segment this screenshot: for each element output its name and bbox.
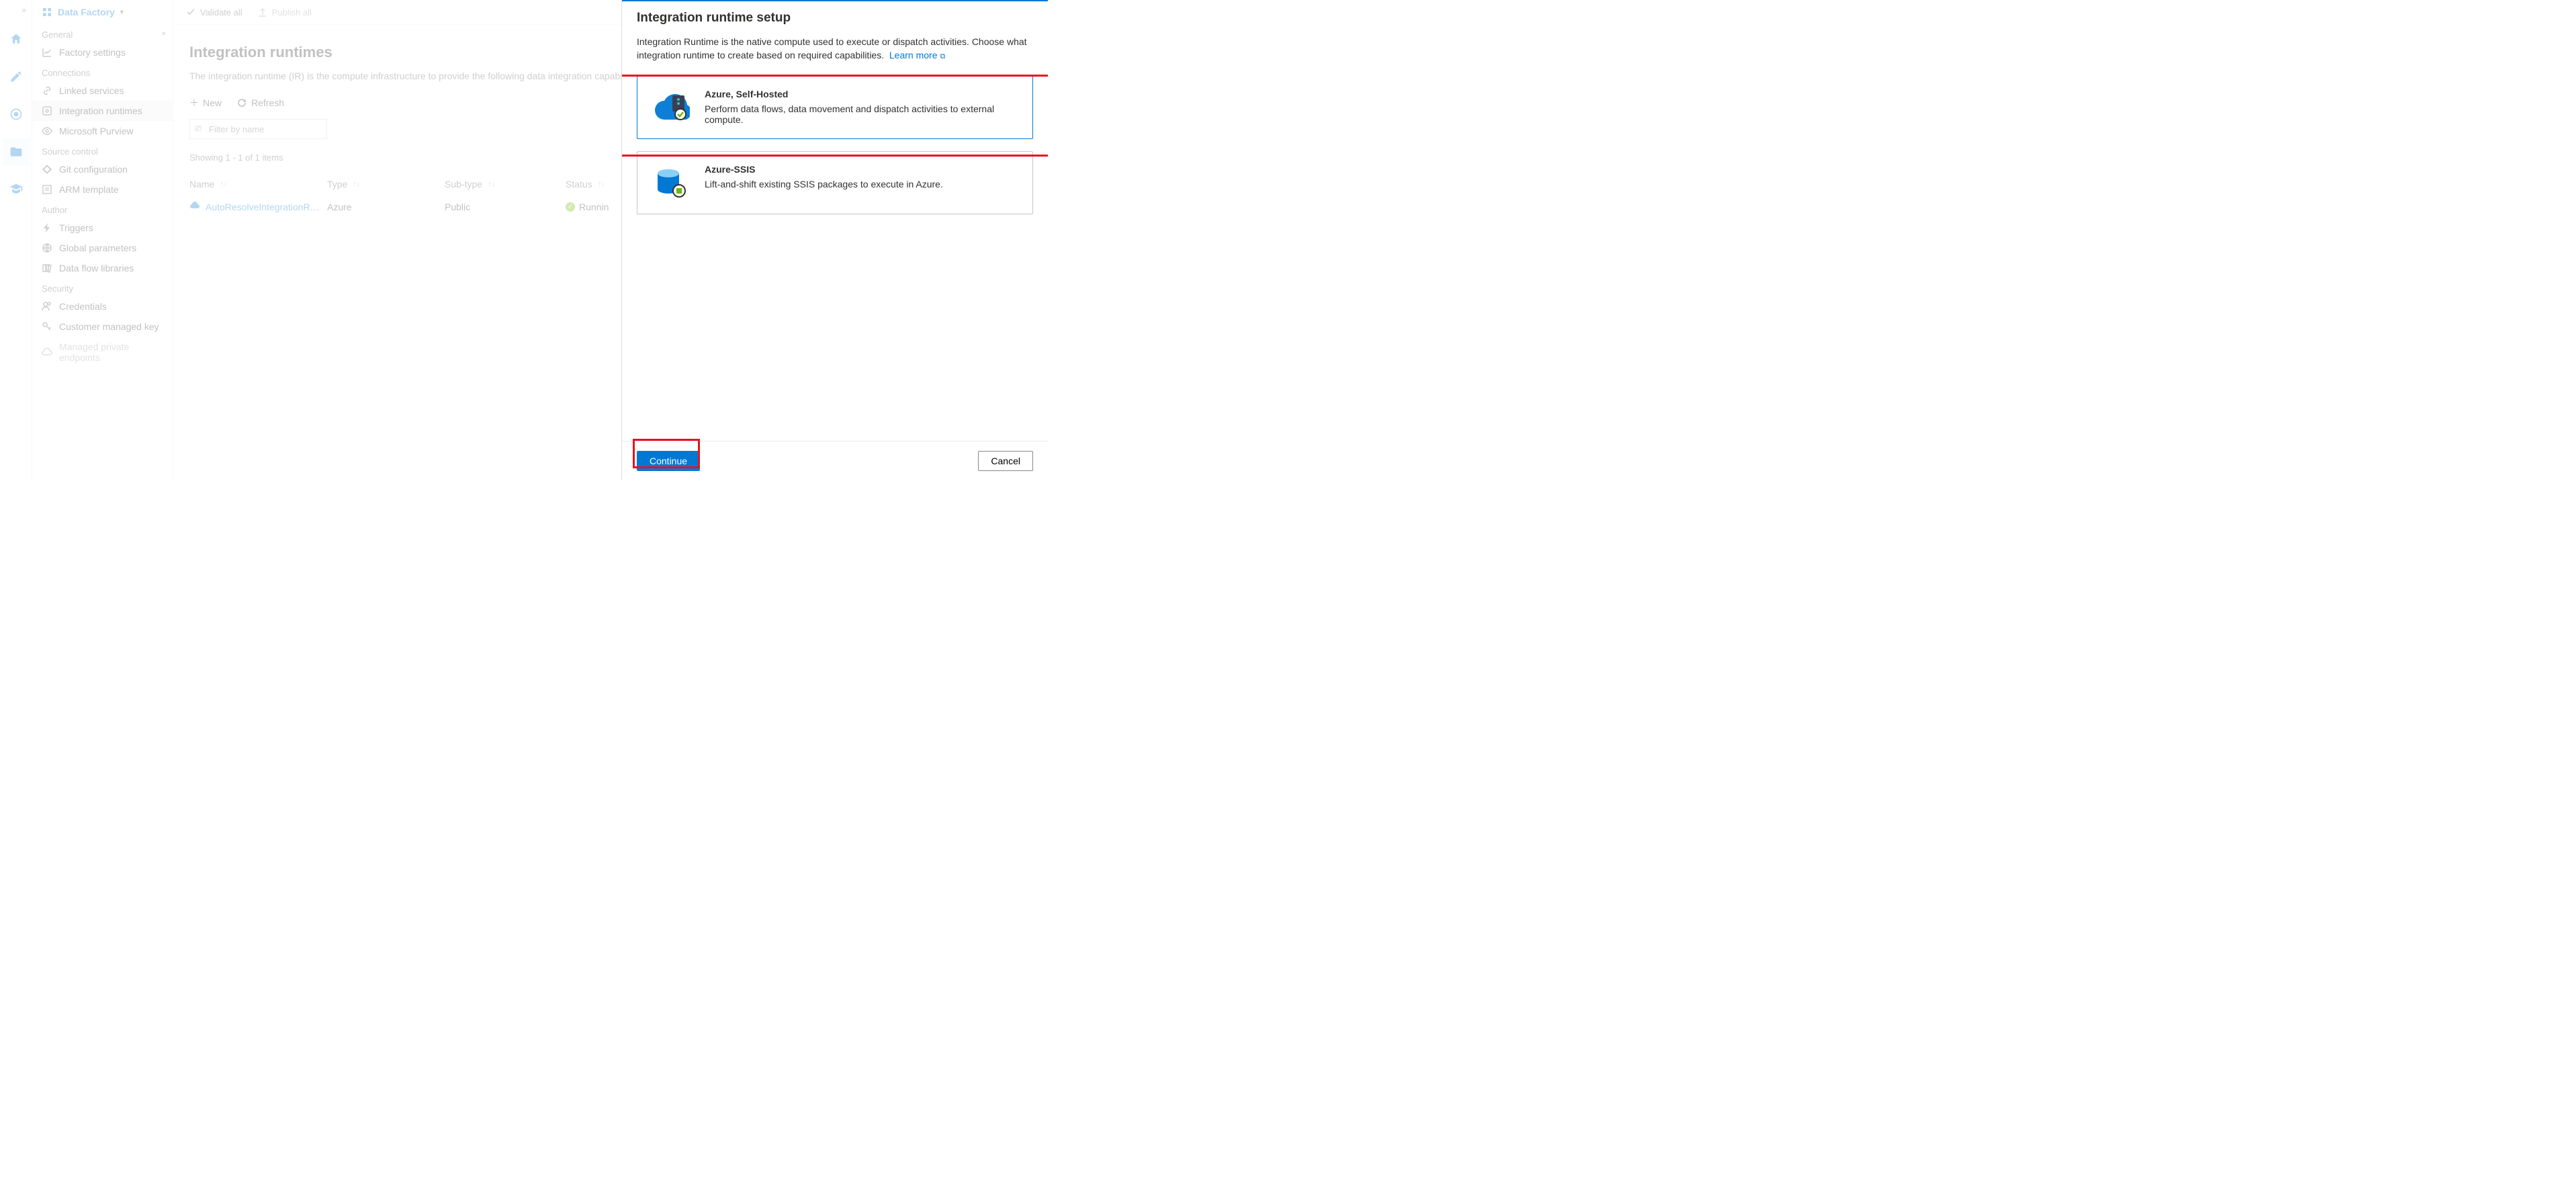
- validate-all-button[interactable]: Validate all: [185, 7, 242, 17]
- filter-input[interactable]: [189, 119, 327, 139]
- col-name[interactable]: Name: [189, 179, 214, 189]
- label: Git configuration: [59, 164, 128, 175]
- label: Factory settings: [59, 47, 126, 58]
- sidebar-item-triggers[interactable]: Triggers: [32, 218, 173, 238]
- refresh-button[interactable]: Refresh: [236, 97, 284, 108]
- continue-button[interactable]: Continue: [637, 451, 700, 471]
- azure-cloud-icon: [652, 89, 690, 126]
- row-type: Azure: [327, 202, 445, 212]
- panel-integration-runtime-setup: Integration runtime setup Integration Ru…: [621, 0, 1048, 480]
- sort-icon[interactable]: ↑↓: [220, 180, 227, 188]
- label: Customer managed key: [59, 321, 159, 332]
- sidebar-item-git[interactable]: Git configuration: [32, 159, 173, 179]
- label: Linked services: [59, 85, 124, 96]
- new-button[interactable]: ＋ New: [189, 96, 222, 110]
- section-security: Security: [32, 278, 173, 296]
- sidebar-item-dataflow-libs[interactable]: Data flow libraries: [32, 258, 173, 278]
- col-type[interactable]: Type: [327, 179, 347, 189]
- label: Validate all: [200, 7, 242, 17]
- rail-home-icon[interactable]: [3, 26, 30, 52]
- label: Credentials: [59, 301, 107, 312]
- option-desc: Lift-and-shift existing SSIS packages to…: [705, 179, 943, 189]
- section-general: General: [32, 24, 173, 42]
- sort-icon[interactable]: ↑↓: [598, 180, 605, 188]
- row-status: Runnin: [579, 202, 609, 212]
- rail-manage-icon[interactable]: [3, 138, 30, 165]
- external-link-icon: ⧉: [940, 52, 945, 60]
- label: Refresh: [251, 97, 284, 108]
- ssis-database-icon: [652, 164, 690, 202]
- rail-author-icon[interactable]: [3, 63, 30, 90]
- option-azure-self-hosted[interactable]: Azure, Self-Hosted Perform data flows, d…: [637, 76, 1033, 139]
- globe-icon: [42, 243, 52, 253]
- cloud-icon: [42, 347, 52, 357]
- publish-all-button: Publish all: [257, 7, 312, 17]
- sidebar-item-purview[interactable]: Microsoft Purview: [32, 121, 173, 141]
- row-name-link[interactable]: AutoResolveIntegrationR…: [206, 202, 320, 212]
- label: New: [203, 97, 222, 108]
- brand-label: Data Factory: [58, 7, 115, 17]
- label: Microsoft Purview: [59, 126, 133, 136]
- sidebar-item-credentials[interactable]: Credentials: [32, 296, 173, 316]
- sort-icon[interactable]: ↑↓: [353, 180, 360, 188]
- label: Publish all: [272, 7, 312, 17]
- sidebar-brand[interactable]: Data Factory ▾: [32, 0, 173, 24]
- option-desc: Perform data flows, data movement and di…: [705, 103, 1018, 125]
- sort-icon[interactable]: ↑↓: [488, 180, 495, 188]
- section-source: Source control: [32, 141, 173, 159]
- option-title: Azure-SSIS: [705, 164, 943, 175]
- key-icon: [42, 321, 52, 332]
- status-ok-icon: ✓: [566, 202, 575, 212]
- template-icon: [42, 184, 52, 195]
- eye-icon: [42, 126, 52, 136]
- panel-title: Integration runtime setup: [637, 11, 1033, 26]
- col-sub[interactable]: Sub-type: [445, 179, 482, 189]
- sidebar-item-cmk[interactable]: Customer managed key: [32, 316, 173, 337]
- panel-desc: Integration Runtime is the native comput…: [637, 36, 1027, 60]
- cancel-button[interactable]: Cancel: [978, 451, 1033, 471]
- section-connections: Connections: [32, 62, 173, 81]
- label: Integration runtimes: [59, 105, 142, 116]
- bolt-icon: [42, 222, 52, 233]
- left-rail: »: [0, 0, 32, 480]
- sidebar-item-mpe: Managed private endpoints: [32, 337, 173, 368]
- sidebar-collapse-icon[interactable]: «: [162, 30, 166, 38]
- row-sub: Public: [445, 202, 566, 212]
- filter-icon: ⎚: [195, 124, 202, 134]
- plus-icon: ＋: [189, 96, 199, 110]
- sidebar-item-integration-runtimes[interactable]: Integration runtimes: [32, 101, 173, 121]
- sidebar-item-factory-settings[interactable]: Factory settings: [32, 42, 173, 62]
- col-status[interactable]: Status: [566, 179, 592, 189]
- learn-more-link[interactable]: Learn more ⧉: [889, 50, 945, 60]
- chevron-down-icon: ▾: [120, 9, 124, 16]
- option-azure-ssis[interactable]: Azure-SSIS Lift-and-shift existing SSIS …: [637, 151, 1033, 214]
- link-icon: [42, 85, 52, 96]
- person-icon: [42, 301, 52, 312]
- rail-learn-icon[interactable]: [3, 176, 30, 203]
- sidebar-item-global-params[interactable]: Global parameters: [32, 238, 173, 258]
- library-icon: [42, 263, 52, 273]
- sidebar-item-arm[interactable]: ARM template: [32, 179, 173, 200]
- section-author: Author: [32, 200, 173, 218]
- runtime-icon: [42, 105, 52, 116]
- sidebar-item-linked-services[interactable]: Linked services: [32, 81, 173, 101]
- option-title: Azure, Self-Hosted: [705, 89, 1018, 99]
- cloud-icon: [189, 200, 200, 213]
- label: Managed private endpoints: [59, 341, 163, 363]
- label: Data flow libraries: [59, 263, 134, 273]
- git-icon: [42, 164, 52, 175]
- sidebar: Data Factory ▾ « General Factory setting…: [32, 0, 173, 480]
- label: Triggers: [59, 222, 93, 233]
- chart-icon: [42, 47, 52, 58]
- rail-monitor-icon[interactable]: [3, 101, 30, 128]
- label: Global parameters: [59, 243, 136, 253]
- label: ARM template: [59, 184, 119, 195]
- rail-expand-icon[interactable]: »: [21, 5, 26, 15]
